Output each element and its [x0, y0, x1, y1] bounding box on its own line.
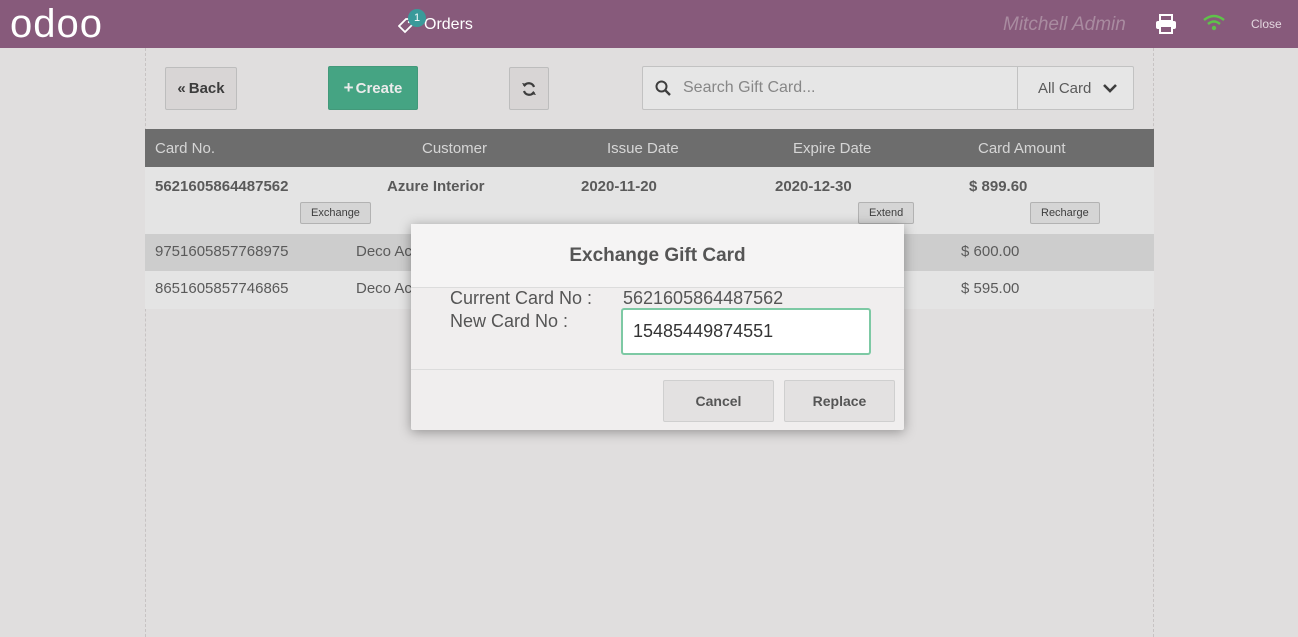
dialog-footer: Cancel Replace [411, 369, 904, 431]
orders-button[interactable]: 1 Orders [398, 9, 473, 36]
orders-label: Orders [424, 16, 473, 33]
close-button[interactable]: Close [1251, 17, 1282, 31]
user-name: Mitchell Admin [1003, 14, 1126, 35]
cancel-button[interactable]: Cancel [663, 380, 774, 422]
top-bar: odoo 1 Orders Mitchell Admin Close [0, 0, 1298, 48]
new-card-input[interactable] [621, 308, 871, 355]
exchange-gift-card-dialog: Exchange Gift Card Current Card No : 562… [411, 224, 904, 430]
current-card-value: 5621605864487562 [623, 288, 784, 308]
wifi-icon [1202, 13, 1226, 38]
dialog-title: Exchange Gift Card [411, 224, 904, 288]
replace-button[interactable]: Replace [784, 380, 895, 422]
printer-icon[interactable] [1155, 14, 1177, 39]
tag-icon: 1 [398, 9, 426, 35]
orders-count-badge: 1 [408, 9, 426, 27]
odoo-logo: odoo [10, 2, 103, 46]
current-card-label: Current Card No : [450, 288, 593, 308]
new-card-label: New Card No : [450, 311, 569, 331]
